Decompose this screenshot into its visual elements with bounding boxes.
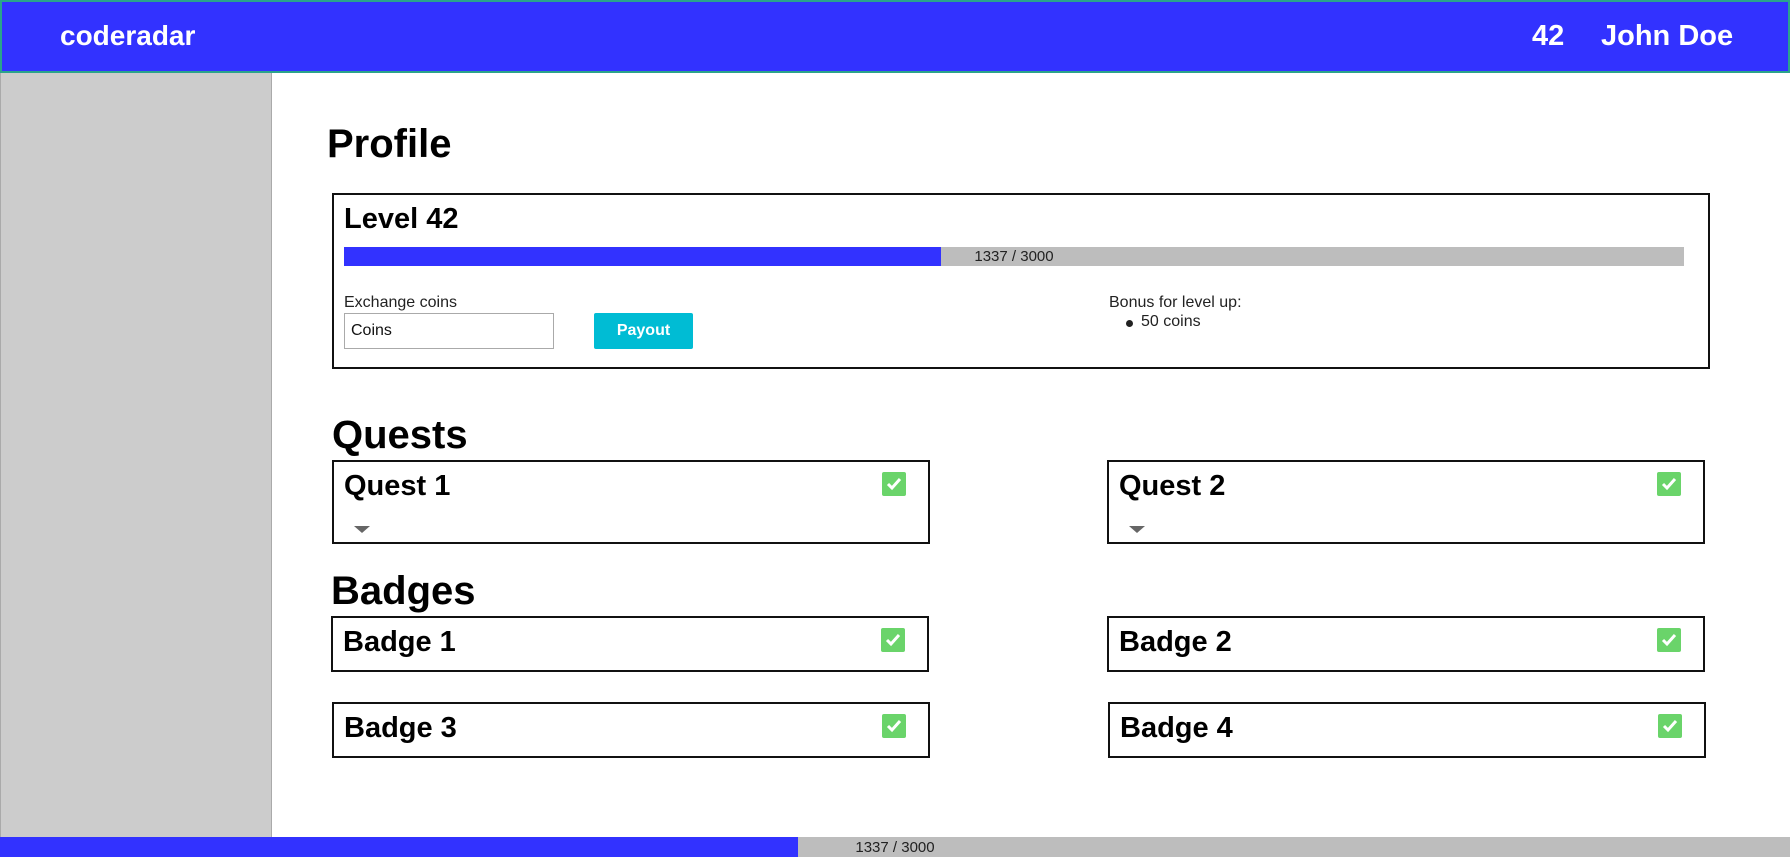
badges-title: Badges <box>331 569 476 613</box>
badge-title: Badge 4 <box>1120 712 1233 744</box>
badge-card-1: Badge 1 <box>331 616 929 672</box>
payout-button[interactable]: Payout <box>594 313 693 349</box>
check-icon <box>882 472 906 496</box>
top-app-bar: coderadar 42 John Doe <box>0 0 1790 73</box>
badge-card-3: Badge 3 <box>332 702 930 758</box>
footer-progress-text: 1337 / 3000 <box>855 839 935 856</box>
quest-card-2[interactable]: Quest 2 <box>1107 460 1705 544</box>
caret-down-icon[interactable] <box>354 526 370 533</box>
check-icon <box>881 628 905 652</box>
footer-progress-bar: 1337 / 3000 <box>0 837 1790 857</box>
bonus-label: Bonus for level up: <box>1109 294 1242 311</box>
quest-title: Quest 1 <box>344 470 451 502</box>
badge-card-4: Badge 4 <box>1108 702 1706 758</box>
exchange-coins-label: Exchange coins <box>344 294 457 311</box>
sidebar <box>0 73 272 837</box>
user-name[interactable]: John Doe <box>1601 20 1733 53</box>
check-icon <box>1657 472 1681 496</box>
badge-title: Badge 2 <box>1119 626 1232 658</box>
header-level: 42 <box>1532 20 1565 52</box>
quest-card-1[interactable]: Quest 1 <box>332 460 930 544</box>
caret-down-icon[interactable] <box>1129 526 1145 533</box>
bonus-list: 50 coins <box>1109 313 1201 331</box>
quest-title: Quest 2 <box>1119 470 1226 502</box>
badge-title: Badge 3 <box>344 712 457 744</box>
badge-title: Badge 1 <box>343 626 456 658</box>
level-progress-text: 1337 / 3000 <box>974 248 1054 265</box>
bonus-item: 50 coins <box>1109 313 1201 331</box>
quests-title: Quests <box>332 413 468 457</box>
coins-input[interactable] <box>344 313 554 349</box>
check-icon <box>882 714 906 738</box>
page-title: Profile <box>327 122 452 166</box>
check-icon <box>1657 628 1681 652</box>
level-progress-bar: 1337 / 3000 <box>344 247 1684 266</box>
level-title: Level 42 <box>344 203 459 235</box>
brand-logo[interactable]: coderadar <box>60 20 195 52</box>
badge-card-2: Badge 2 <box>1107 616 1705 672</box>
level-card: Level 42 1337 / 3000 Exchange coins Payo… <box>332 193 1710 369</box>
check-icon <box>1658 714 1682 738</box>
